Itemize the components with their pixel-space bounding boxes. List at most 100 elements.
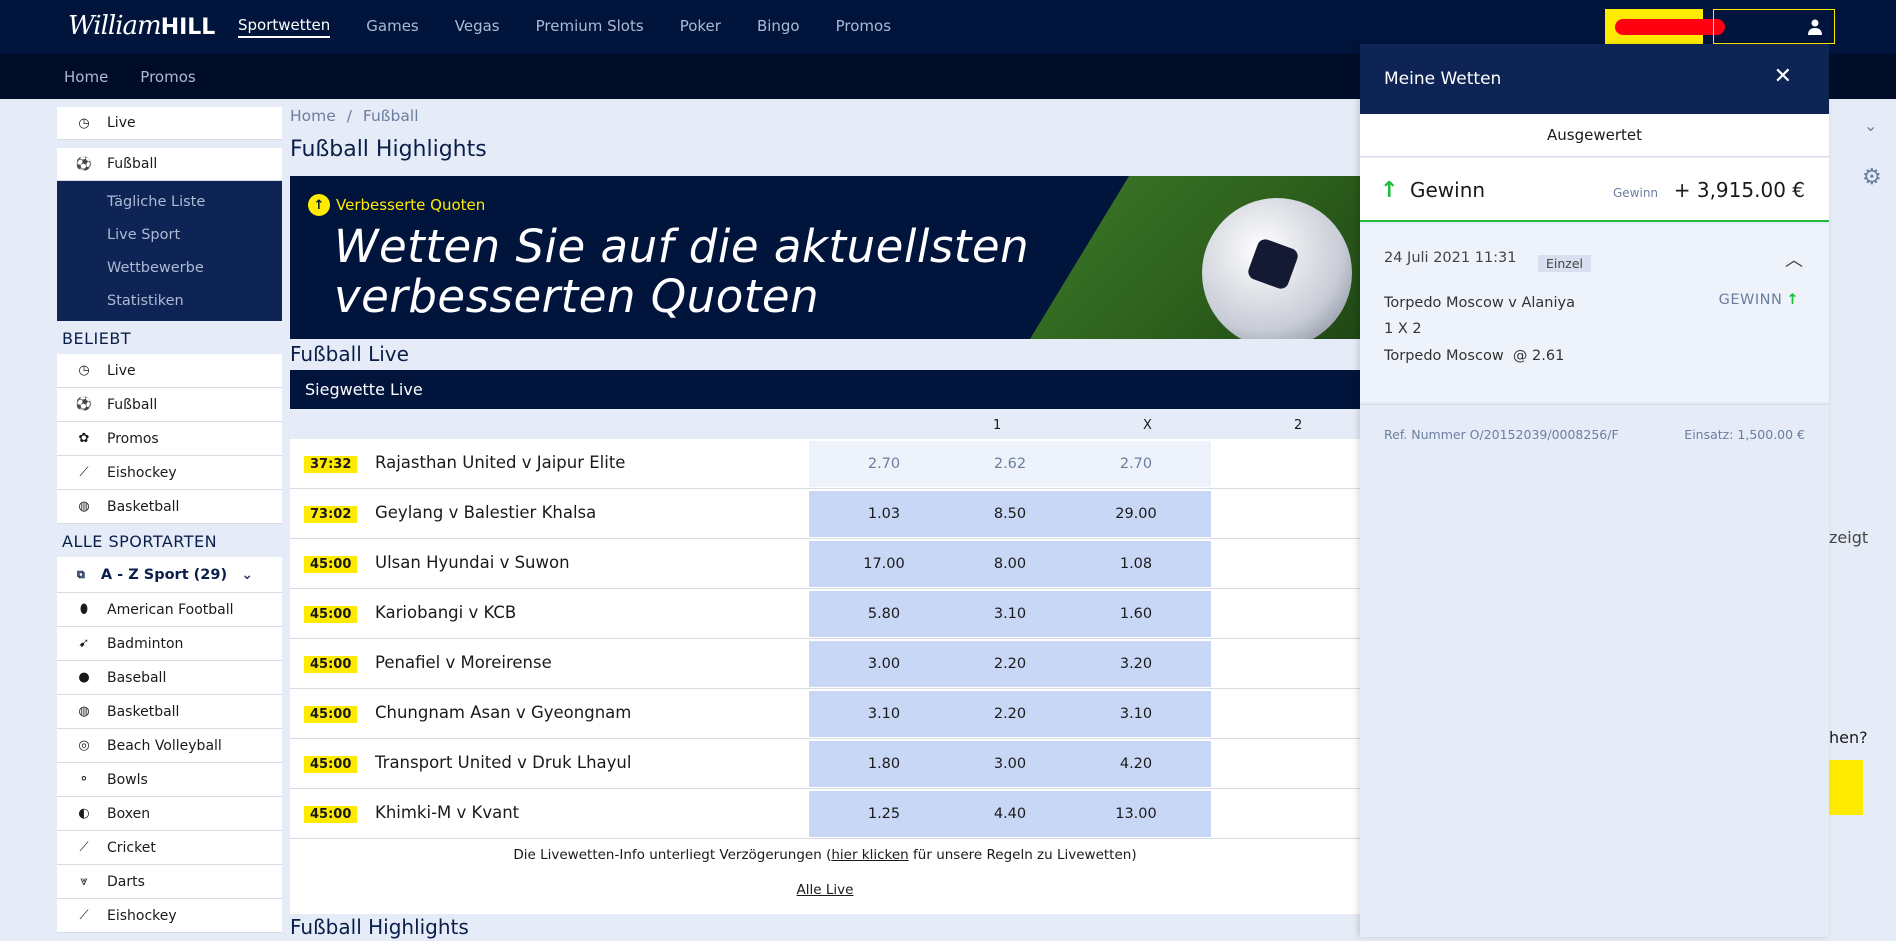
match-row[interactable]: 45:00Chungnam Asan v Gyeongnam113.102.20… — [290, 689, 1360, 739]
boxing-glove-icon: ◐ — [78, 806, 90, 821]
clock-icon: ◷ — [78, 363, 90, 378]
sidebar-item-fussball[interactable]: ⚽ Fußball — [57, 148, 282, 181]
popular-item-fussball[interactable]: ⚽ Fußball — [57, 388, 282, 422]
az-sport-toggle[interactable]: ⧉ A - Z Sport (29) ⌄ — [57, 557, 282, 593]
submenu-wettbewerbe[interactable]: Wettbewerbe — [57, 251, 282, 284]
sport-item-darts[interactable]: ⩔ Darts — [57, 865, 282, 899]
close-icon[interactable]: ✕ — [1774, 64, 1792, 89]
left-sidebar: ◷ Live ⚽ Fußball Tägliche Liste Live Sport… — [57, 107, 282, 933]
bet-market: 1 X 2 — [1384, 321, 1422, 337]
sport-item-baseball[interactable]: ● Baseball — [57, 661, 282, 695]
submenu-live-sport[interactable]: Live Sport — [57, 218, 282, 251]
submenu-statistiken[interactable]: Statistiken — [57, 284, 282, 317]
sport-item-beach-volleyball[interactable]: ◎ Beach Volleyball — [57, 729, 282, 763]
bet-detail-card: 24 Juli 2021 11:31 Einzel ︿ Torpedo Mosc… — [1360, 224, 1829, 402]
promo-banner[interactable]: ↑ Verbesserte Quoten Wetten Sie auf die a… — [290, 176, 1360, 339]
nav-promos[interactable]: Promos — [836, 17, 891, 37]
match-teams[interactable]: Ulsan Hyundai v Suwon — [375, 553, 570, 572]
odds-button[interactable]: 13.00 — [1061, 791, 1211, 837]
arrow-up-icon: ↑ — [1786, 292, 1799, 308]
match-teams[interactable]: Transport United v Druk Lhayul — [375, 753, 631, 772]
boost-icon: ↑ — [308, 194, 330, 216]
match-row[interactable]: 45:00Ulsan Hyundai v Suwon1417.008.001.0… — [290, 539, 1360, 589]
az-icon: ⧉ — [77, 567, 85, 581]
match-time: 45:00 — [304, 706, 358, 723]
sport-item-basketball[interactable]: ◍ Basketball — [57, 695, 282, 729]
sport-item-bowls[interactable]: ⚬ Bowls — [57, 763, 282, 797]
williamhill-logo[interactable]: WilliamHILL — [68, 11, 215, 41]
all-live-link[interactable]: Alle Live — [797, 882, 854, 898]
popular-item-promos[interactable]: ✿ Promos — [57, 422, 282, 456]
match-teams[interactable]: Rajasthan United v Jaipur Elite — [375, 453, 625, 472]
nav-bingo[interactable]: Bingo — [757, 17, 800, 37]
sport-item-badminton[interactable]: ➹ Badminton — [57, 627, 282, 661]
odds-button[interactable]: 3.20 — [1061, 641, 1211, 687]
sport-item-eishockey[interactable]: ⟋ Eishockey — [57, 899, 282, 933]
match-teams[interactable]: Geylang v Balestier Khalsa — [375, 503, 596, 522]
match-time: 45:00 — [304, 756, 358, 773]
chevron-down-icon[interactable]: ⌄ — [1864, 116, 1877, 135]
match-time: 73:02 — [304, 506, 358, 523]
sport-item-boxen[interactable]: ◐ Boxen — [57, 797, 282, 831]
odds-button[interactable]: 2.70 — [1061, 441, 1211, 487]
odds-button[interactable]: 3.10 — [1061, 691, 1211, 737]
right-strip-text: zeigt — [1829, 528, 1869, 547]
gear-icon[interactable]: ⚙ — [1862, 165, 1882, 190]
breadcrumb-home[interactable]: Home — [290, 107, 336, 125]
highlights-section-title: Fußball Highlights — [290, 915, 469, 939]
odds-button[interactable]: 1.08 — [1061, 541, 1211, 587]
nav-sportwetten[interactable]: Sportwetten — [238, 16, 331, 38]
sport-item-american-football[interactable]: ⬮ American Football — [57, 593, 282, 627]
match-row[interactable]: 73:02Geylang v Balestier Khalsa311.038.5… — [290, 489, 1360, 539]
nav-vegas[interactable]: Vegas — [455, 17, 500, 37]
right-strip-button[interactable] — [1829, 760, 1863, 815]
match-row[interactable]: 45:00Khimki-M v Kvant101.254.4013.00 — [290, 789, 1360, 839]
match-row[interactable]: 45:00Penafiel v Moreirense003.002.203.20 — [290, 639, 1360, 689]
subnav-home[interactable]: Home — [64, 68, 108, 86]
odds-button[interactable]: 1.60 — [1061, 591, 1211, 637]
tab-ausgewertet[interactable]: Ausgewertet — [1360, 114, 1829, 157]
odds-button[interactable]: 29.00 — [1061, 491, 1211, 537]
match-teams[interactable]: Penafiel v Moreirense — [375, 653, 552, 672]
my-bets-title: Meine Wetten — [1384, 69, 1502, 89]
popular-item-live[interactable]: ◷ Live — [57, 354, 282, 388]
submenu-taegliche-liste[interactable]: Tägliche Liste — [57, 185, 282, 218]
chevron-up-icon[interactable]: ︿ — [1785, 246, 1803, 272]
account-button[interactable] — [1713, 9, 1835, 44]
rules-link[interactable]: hier klicken — [831, 847, 908, 863]
match-row[interactable]: 37:32Rajasthan United v Jaipur Elite002.… — [290, 439, 1360, 489]
sidebar-item-live[interactable]: ◷ Live — [57, 107, 282, 140]
bet-status: GEWINN ↑ — [1718, 292, 1799, 308]
popular-item-eishockey[interactable]: ⟋ Eishockey — [57, 456, 282, 490]
match-teams[interactable]: Khimki-M v Kvant — [375, 803, 519, 822]
nav-poker[interactable]: Poker — [680, 17, 721, 37]
popular-item-basketball[interactable]: ◍ Basketball — [57, 490, 282, 524]
odds-button[interactable]: 4.20 — [1061, 741, 1211, 787]
basketball-icon: ◍ — [78, 704, 90, 719]
nav-games[interactable]: Games — [366, 17, 418, 37]
live-market-header: Siegwette Live — [290, 370, 1360, 409]
breadcrumb-current[interactable]: Fußball — [363, 107, 419, 125]
volleyball-icon: ◎ — [78, 738, 90, 753]
col-head-1: 1 — [993, 418, 1002, 433]
match-teams[interactable]: Chungnam Asan v Gyeongnam — [375, 703, 631, 722]
football-image — [1202, 198, 1352, 339]
page-title: Fußball Highlights — [290, 137, 487, 162]
match-row[interactable]: 45:00Transport United v Druk Lhayul001.8… — [290, 739, 1360, 789]
nav-premium-slots[interactable]: Premium Slots — [536, 17, 644, 37]
deposit-button[interactable] — [1605, 9, 1725, 44]
sport-item-cricket[interactable]: ⟋ Cricket — [57, 831, 282, 865]
bet-type-badge: Einzel — [1538, 255, 1592, 272]
shuttlecock-icon: ➹ — [78, 636, 90, 651]
live-disclaimer: Die Livewetten-Info unterliegt Verzögeru… — [513, 847, 1137, 863]
bet-stake: Einsatz: 1,500.00 € — [1684, 427, 1805, 442]
clock-icon: ◷ — [78, 115, 90, 131]
redacted-mark — [1615, 19, 1725, 35]
popular-heading: BELIEBT — [62, 329, 132, 348]
match-time: 45:00 — [304, 606, 358, 623]
bet-date: 24 Juli 2021 11:31 — [1384, 250, 1517, 266]
match-row[interactable]: 45:00Kariobangi v KCB015.803.101.60 — [290, 589, 1360, 639]
subnav-promos[interactable]: Promos — [140, 68, 195, 86]
main-nav: Sportwetten Games Vegas Premium Slots Po… — [238, 0, 891, 54]
match-teams[interactable]: Kariobangi v KCB — [375, 603, 516, 622]
